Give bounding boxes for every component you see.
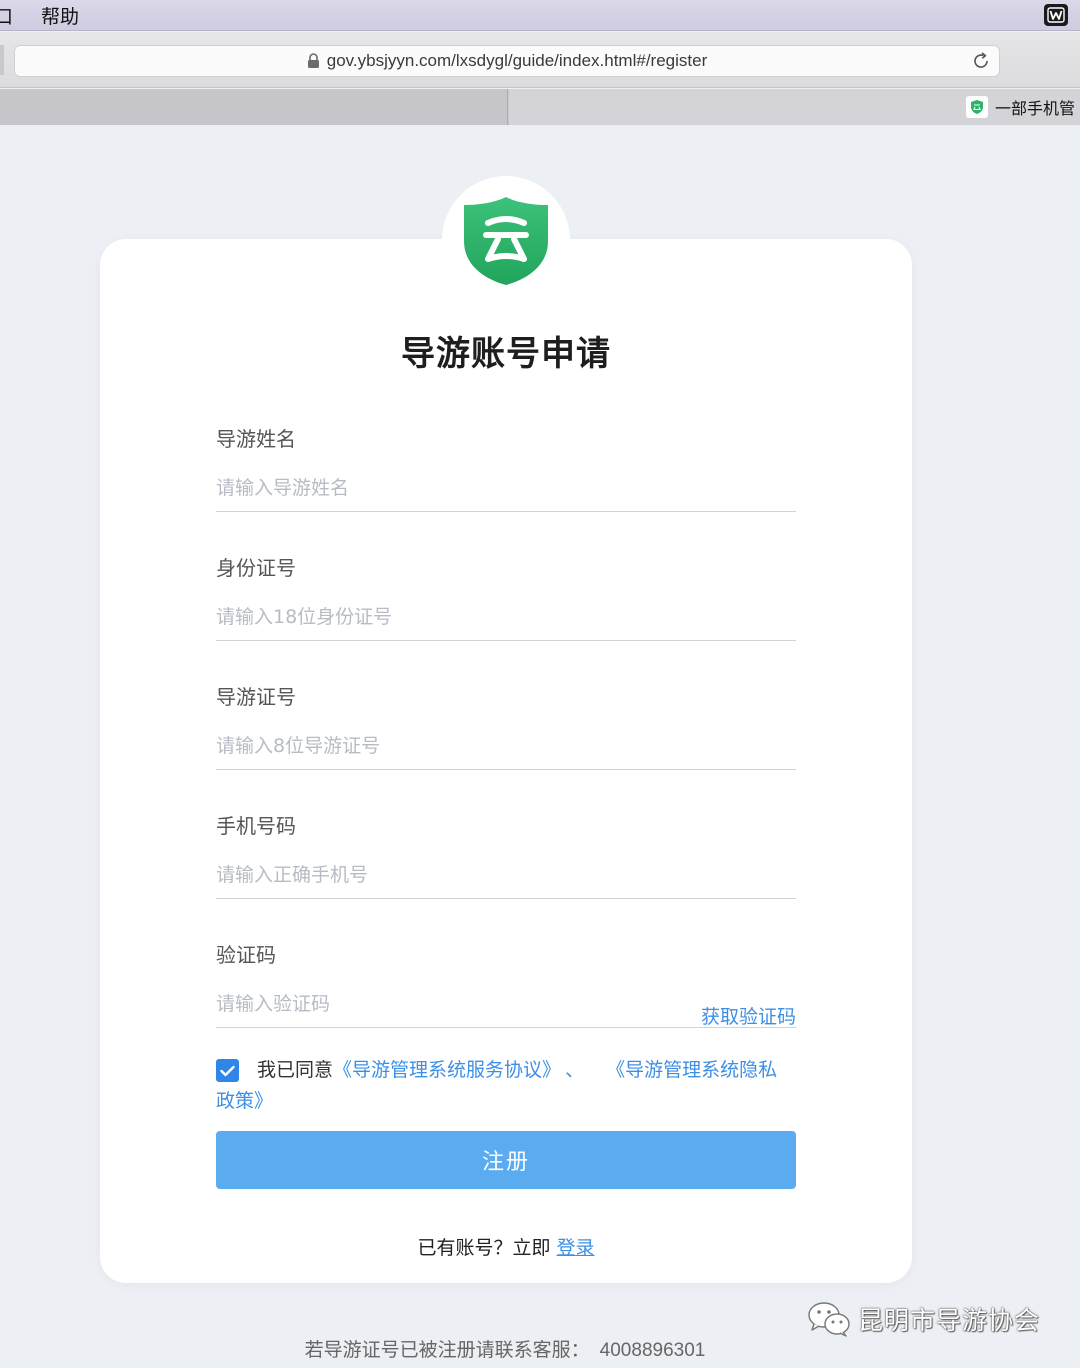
tab-strip: 一部手机管: [0, 89, 1080, 125]
toolbar-edge: [0, 45, 4, 75]
id-number-label: 身份证号: [216, 556, 296, 580]
site-favicon-icon: [966, 96, 988, 118]
footer-text: 若导游证号已被注册请联系客服：: [304, 1339, 590, 1361]
get-code-button[interactable]: 获取验证码: [701, 1002, 796, 1029]
guide-name-input[interactable]: [216, 472, 796, 512]
menu-item-window[interactable]: 口: [0, 2, 13, 29]
register-button[interactable]: 注册: [216, 1131, 796, 1189]
id-number-input[interactable]: [216, 601, 796, 641]
address-bar[interactable]: gov.ybsjyyn.com/lxsdygl/guide/index.html…: [14, 45, 1000, 77]
reload-icon[interactable]: [971, 51, 991, 71]
browser-toolbar: gov.ybsjyyn.com/lxsdygl/guide/index.html…: [0, 32, 1080, 88]
login-link[interactable]: 登录: [557, 1237, 595, 1259]
agreement-prefix: 我已同意: [257, 1059, 334, 1081]
page-title: 导游账号申请: [401, 334, 611, 374]
verification-code-field: 验证码 获取验证码: [216, 940, 796, 1028]
guide-license-input[interactable]: [216, 730, 796, 770]
wps-icon[interactable]: [1044, 4, 1068, 26]
checkmark-icon: [220, 1065, 235, 1076]
url-text: gov.ybsjyyn.com/lxsdygl/guide/index.html…: [326, 51, 708, 70]
guide-name-label: 导游姓名: [216, 427, 296, 451]
lock-icon: [307, 53, 320, 69]
tab-inactive[interactable]: [0, 89, 508, 125]
wechat-icon: [808, 1302, 850, 1337]
watermark-text: 昆明市导游协会: [858, 1306, 1041, 1335]
tab-active[interactable]: 一部手机管: [509, 89, 1080, 125]
agreement-text: 我已同意《导游管理系统服务协议》 、 《导游管理系统隐私: [216, 1055, 796, 1085]
wps-w-icon: [1047, 7, 1065, 23]
phone-label: 手机号码: [216, 814, 296, 838]
privacy-policy-link[interactable]: 《导游管理系统隐私: [606, 1059, 777, 1081]
login-prompt-text: 已有账号？立即: [417, 1237, 551, 1259]
shield-logo-icon: [464, 197, 548, 285]
verification-code-label: 验证码: [216, 943, 276, 967]
guide-license-label: 导游证号: [216, 685, 296, 709]
id-number-field: 身份证号: [216, 553, 796, 641]
agreement-row: 我已同意《导游管理系统服务协议》 、 《导游管理系统隐私 政策》: [216, 1055, 796, 1112]
tab-title: 一部手机管: [995, 99, 1076, 118]
watermark: 昆明市导游协会: [806, 1300, 1040, 1338]
footer-contact: 若导游证号已被注册请联系客服： 4008896301: [0, 1335, 1010, 1362]
menu-bar: 口 帮助: [0, 0, 1080, 31]
privacy-policy-link-cont[interactable]: 政策》: [216, 1086, 273, 1116]
phone-input[interactable]: [216, 859, 796, 899]
footer-phone: 4008896301: [599, 1340, 706, 1361]
menu-item-help[interactable]: 帮助: [41, 2, 79, 29]
login-prompt: 已有账号？立即 登录: [100, 1233, 912, 1260]
guide-license-field: 导游证号: [216, 682, 796, 770]
agreement-checkbox[interactable]: [216, 1059, 239, 1082]
phone-field: 手机号码: [216, 811, 796, 899]
service-agreement-link[interactable]: 《导游管理系统服务协议》: [333, 1059, 561, 1081]
agreement-separator: 、: [565, 1059, 585, 1081]
guide-name-field: 导游姓名: [216, 424, 796, 512]
